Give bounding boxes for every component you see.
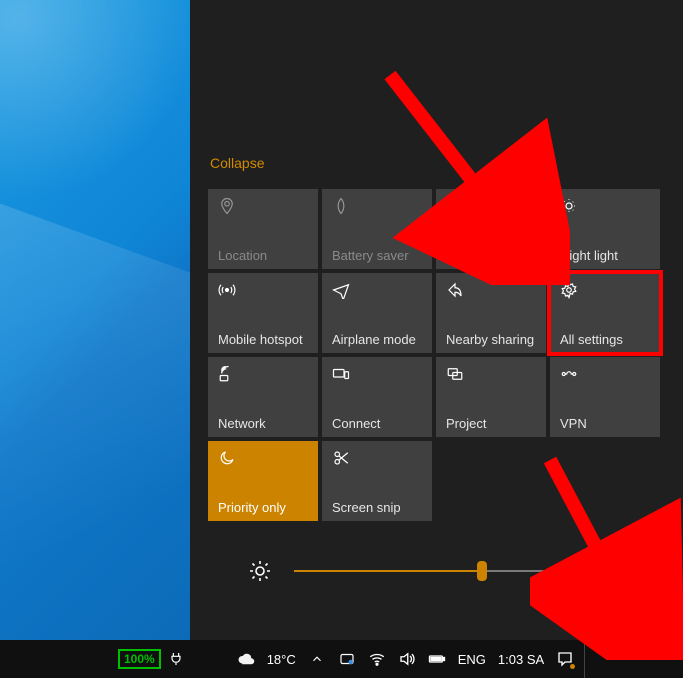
weather-temp[interactable]: 18°C	[267, 652, 296, 667]
tile-label: Mobile hotspot	[218, 333, 310, 347]
hotspot-icon	[218, 281, 236, 299]
tile-nearby-sharing[interactable]: Nearby sharing	[436, 273, 546, 353]
language-indicator[interactable]: ENG	[458, 652, 486, 667]
tile-label: Network	[218, 417, 310, 431]
wifi-icon[interactable]	[368, 650, 386, 668]
tile-label: Night light	[560, 249, 652, 263]
tile-label: Bluetooth	[446, 249, 538, 263]
collapse-link[interactable]: Collapse	[210, 155, 665, 171]
tile-label: Connect	[332, 417, 424, 431]
tile-label: Screen snip	[332, 501, 424, 515]
tile-label: Nearby sharing	[446, 333, 538, 347]
weather-icon[interactable]	[237, 650, 255, 668]
desktop-wallpaper	[0, 0, 190, 640]
tile-all-settings[interactable]: All settings	[550, 273, 660, 353]
tile-priority-only[interactable]: Priority only	[208, 441, 318, 521]
leaf-icon	[332, 197, 350, 215]
onedrive-icon[interactable]	[338, 650, 356, 668]
tile-label: Battery saver	[332, 249, 424, 263]
tile-label: Priority only	[218, 501, 310, 515]
tray-chevron-icon[interactable]	[308, 650, 326, 668]
brightness-control	[248, 559, 655, 583]
tile-label: VPN	[560, 417, 652, 431]
nightlight-icon	[560, 197, 578, 215]
notification-center-icon[interactable]	[556, 650, 574, 668]
gear-icon	[560, 281, 578, 299]
tile-screen-snip[interactable]: Screen snip	[322, 441, 432, 521]
tile-label: Location	[218, 249, 310, 263]
tile-mobile-hotspot[interactable]: Mobile hotspot	[208, 273, 318, 353]
tile-connect[interactable]: Connect	[322, 357, 432, 437]
brightness-icon	[248, 559, 272, 583]
action-center-panel: Collapse Location Battery saver Bluetoot…	[190, 0, 683, 640]
power-plug-icon[interactable]	[167, 650, 185, 668]
location-icon	[218, 197, 236, 215]
airplane-icon	[332, 281, 350, 299]
taskbar: 100% 18°C ENG 1:03 SA	[0, 640, 683, 678]
show-desktop-button[interactable]	[584, 640, 590, 678]
tile-label: Project	[446, 417, 538, 431]
tile-bluetooth[interactable]: Bluetooth	[436, 189, 546, 269]
brightness-slider[interactable]	[294, 561, 655, 581]
snip-icon	[332, 449, 350, 467]
tile-battery-saver[interactable]: Battery saver	[322, 189, 432, 269]
network-icon	[218, 365, 236, 383]
clock[interactable]: 1:03 SA	[498, 652, 544, 667]
tile-label: All settings	[560, 333, 652, 347]
tile-night-light[interactable]: Night light	[550, 189, 660, 269]
tile-airplane-mode[interactable]: Airplane mode	[322, 273, 432, 353]
battery-icon[interactable]	[428, 650, 446, 668]
share-icon	[446, 281, 464, 299]
tile-network[interactable]: Network	[208, 357, 318, 437]
tile-project[interactable]: Project	[436, 357, 546, 437]
quick-action-tiles: Location Battery saver Bluetooth Night l…	[208, 189, 665, 521]
connect-icon	[332, 365, 350, 383]
tile-location[interactable]: Location	[208, 189, 318, 269]
bluetooth-icon	[446, 197, 464, 215]
volume-icon[interactable]	[398, 650, 416, 668]
moon-icon	[218, 449, 236, 467]
tile-vpn[interactable]: VPN	[550, 357, 660, 437]
tile-label: Airplane mode	[332, 333, 424, 347]
vpn-icon	[560, 365, 578, 383]
project-icon	[446, 365, 464, 383]
battery-percent-badge[interactable]: 100%	[118, 649, 161, 669]
